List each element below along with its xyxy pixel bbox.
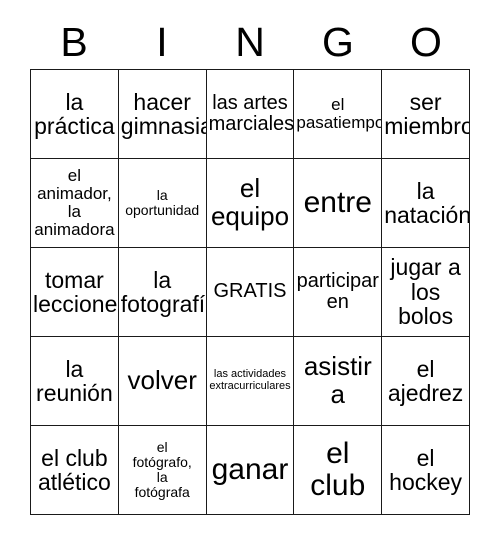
bingo-cell-label: jugar a los bolos xyxy=(390,254,461,330)
bingo-cell-label: la fotografía xyxy=(120,266,206,317)
bingo-cell-label: asistir a xyxy=(303,351,372,409)
bingo-cell[interactable]: ganar xyxy=(206,426,295,515)
bingo-grid: la práctica hacer gimnasia las artes marci… xyxy=(30,69,470,515)
header-letter-g: G xyxy=(322,18,354,65)
bingo-cell-label: volver xyxy=(127,365,197,396)
header-letter-n: N xyxy=(235,18,265,65)
bingo-cell-label: el animador, la animadora xyxy=(34,165,115,240)
bingo-cell-label: la práctica xyxy=(34,88,115,139)
bingo-cell-label: el fotógrafo, la fotógrafa xyxy=(132,439,192,500)
bingo-cell[interactable]: entre xyxy=(294,159,383,248)
bingo-cell[interactable]: la oportunidad xyxy=(118,159,207,248)
bingo-cell-label: el club atlético xyxy=(37,444,111,495)
bingo-cell[interactable]: la fotografía xyxy=(118,248,207,337)
header-letter-o: O xyxy=(410,18,442,65)
bingo-cell[interactable]: participar en xyxy=(294,248,383,337)
bingo-cell[interactable]: las artes marciales xyxy=(206,70,295,159)
bingo-cell-label: tomar lecciones xyxy=(33,266,118,317)
bingo-cell-label: la natación xyxy=(384,177,470,228)
bingo-cell[interactable]: volver xyxy=(118,337,207,426)
bingo-cell[interactable]: jugar a los bolos xyxy=(382,248,470,337)
bingo-cell[interactable]: tomar lecciones xyxy=(31,248,119,337)
bingo-cell-label: la oportunidad xyxy=(125,187,200,218)
bingo-cell-label: entre xyxy=(303,186,372,220)
bingo-cell-label: la reunión xyxy=(36,355,113,406)
bingo-cell-label: el pasatiempo xyxy=(296,94,383,132)
bingo-card: B I N G O la práctica hacer gimnasia las a… xyxy=(0,0,500,544)
bingo-cell-label: ser miembro xyxy=(384,88,470,139)
bingo-cell[interactable]: el club atlético xyxy=(31,426,119,515)
bingo-cell-label: las artes marciales xyxy=(208,91,295,135)
bingo-cell[interactable]: el equipo xyxy=(206,159,295,248)
bingo-header: B I N G O xyxy=(30,18,470,66)
bingo-cell-label: el equipo xyxy=(210,173,290,231)
bingo-cell-label: ganar xyxy=(211,453,289,487)
bingo-cell[interactable]: la natación xyxy=(382,159,470,248)
bingo-cell-label: el hockey xyxy=(389,444,463,495)
bingo-cell[interactable]: las actividades extracurriculares xyxy=(206,337,295,426)
bingo-cell[interactable]: el hockey xyxy=(382,426,470,515)
bingo-cell-label: hacer gimnasia xyxy=(120,88,207,139)
bingo-cell[interactable]: el club xyxy=(294,426,383,515)
bingo-cell-label: las actividades extracurriculares xyxy=(209,368,291,392)
bingo-cell[interactable]: ser miembro xyxy=(382,70,470,159)
header-letter-b: B xyxy=(60,18,88,65)
bingo-cell-label: participar en xyxy=(296,269,379,313)
bingo-cell[interactable]: el animador, la animadora xyxy=(31,159,119,248)
bingo-cell[interactable]: asistir a xyxy=(294,337,383,426)
bingo-cell[interactable]: el ajedrez xyxy=(382,337,470,426)
bingo-cell[interactable]: la práctica xyxy=(31,70,119,159)
header-letter-i: I xyxy=(156,18,168,65)
bingo-cell[interactable]: la reunión xyxy=(31,337,119,426)
bingo-cell-label: el club xyxy=(310,437,366,502)
bingo-cell-label: GRATIS xyxy=(213,280,287,303)
bingo-cell[interactable]: GRATIS xyxy=(206,248,295,337)
bingo-cell[interactable]: el fotógrafo, la fotógrafa xyxy=(118,426,207,515)
bingo-cell[interactable]: el pasatiempo xyxy=(294,70,383,159)
bingo-cell-label: el ajedrez xyxy=(387,355,464,406)
bingo-cell[interactable]: hacer gimnasia xyxy=(118,70,207,159)
